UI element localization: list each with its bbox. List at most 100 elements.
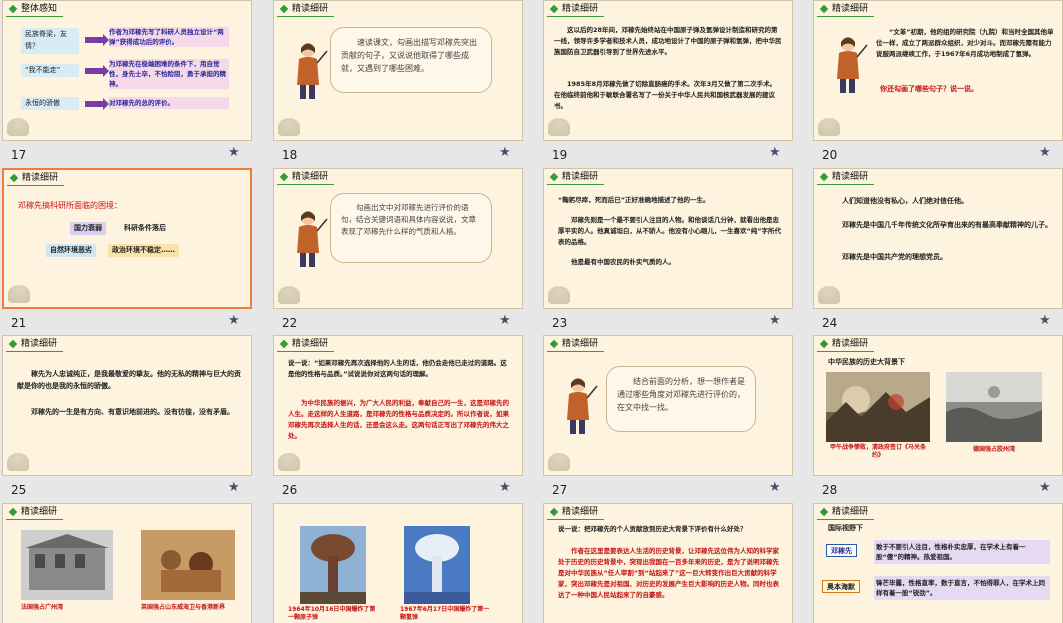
body-paragraph: 人们知道他没有私心，人们绝对信任他。: [842, 197, 968, 205]
slide-thumbnail[interactable]: 精读细研 结合前面的分析，想一想作者是通过哪些角度对邓稼先进行评价的，在文中找一…: [543, 335, 793, 476]
photo-caption: 甲午战争惨败，清政府签订《马关条约》: [829, 444, 926, 459]
slide-thumbnail[interactable]: 精读细研 勾画出文中对邓稼先进行评价的语句，结合关键词语和具体内容说说，文章表现…: [273, 168, 523, 309]
teacher-icon: [297, 211, 328, 267]
slide-header: 精读细研: [6, 338, 64, 352]
star-icon[interactable]: ★: [228, 145, 240, 160]
slide-32[interactable]: 精读细研 国际视野下 邓稼先 敢于不要引人注目，性格朴实忠厚，在学术上有着一股“…: [813, 503, 1063, 623]
slide-thumbnail[interactable]: 1964年10月16日中国爆炸了第一颗原子弹 1967年6月17日中国爆炸了第一…: [273, 503, 523, 623]
slide-thumbnail[interactable]: 精读细研 “鞠躬尽瘁，死而后已”正好准确地描述了他的一生。 邓稼先则是一个最不要…: [543, 168, 793, 309]
decoration-icon: [7, 453, 29, 471]
slide-25[interactable]: 精读细研 稼先为人忠诚纯正，是我最敬爱的挚友。他的无私的精神与巨大的贡献是你的也…: [2, 335, 252, 502]
question-text: 说一说：把邓稼先的个人贡献放到历史大背景下评价有什么好处？: [558, 525, 747, 533]
slide-20[interactable]: 精读细研 “文革”初期，他的组的研究院（九院）和当时全国其他单位一样，成立了两派…: [813, 0, 1063, 167]
slide-thumbnail[interactable]: 精读细研 速读课文，勾画出描写邓稼先突出贡献的句子，又说说他取得了哪些成就，又遇…: [273, 0, 523, 141]
historic-painting: [141, 530, 235, 600]
slide-27[interactable]: 精读细研 结合前面的分析，想一想作者是通过哪些角度对邓稼先进行评价的，在文中找一…: [543, 335, 793, 502]
slide-19[interactable]: 精读细研 这以后的28年间，邓稼先始终站在中国原子弹及氢弹设计制造和研究的第一线…: [543, 0, 793, 167]
decoration-icon: [548, 286, 570, 304]
slide-header: 精读细研: [817, 338, 875, 352]
body-paragraph: “鞠躬尽瘁，死而后已”正好准确地描述了他的一生。: [558, 196, 710, 204]
slide-22[interactable]: 精读细研 勾画出文中对邓稼先进行评价的语句，结合关键词语和具体内容说说，文章表现…: [273, 168, 523, 335]
star-icon[interactable]: ★: [769, 313, 781, 328]
slide-number: 20: [822, 148, 838, 162]
slide-header: 精读细研: [547, 3, 605, 17]
slide-26[interactable]: 精读细研 说一说：“如果邓稼先再次选择他的人生的话，他仍会走他已走过的道路。这是…: [273, 335, 523, 502]
star-icon[interactable]: ★: [1039, 145, 1051, 160]
slide-number: 24: [822, 316, 838, 330]
arrow-icon: [85, 34, 109, 46]
body-paragraph: 这以后的28年间，邓稼先始终站在中国原子弹及氢弹设计制造和研究的第一线，领导许多…: [554, 26, 782, 56]
slide-header: 精读细研: [547, 338, 605, 352]
slide-number: 25: [11, 483, 27, 497]
slide-number: 17: [11, 148, 27, 162]
slide-29[interactable]: 精读细研 法国强占广州湾 英国强占山东威海卫与香港新界: [2, 503, 252, 623]
slide-header: 精读细研: [547, 506, 605, 520]
slide-thumbnail[interactable]: 精读细研 中华民族的历史大背景下 甲午战争惨败，清政府签订《马关条约》 德国强占…: [813, 335, 1063, 476]
slide-header: 精读细研: [817, 171, 875, 185]
speech-bubble: 速读课文，勾画出描写邓稼先突出贡献的句子，又说说他取得了哪些成就，又遇到了哪些困…: [330, 27, 492, 93]
slide-number: 28: [822, 483, 838, 497]
teacher-icon: [567, 378, 598, 434]
slide-header: 精读细研: [277, 171, 335, 185]
difficulty-tag: 自然环境恶劣: [46, 244, 96, 257]
question-text: 你还勾画了哪些句子？说一说。: [880, 85, 978, 93]
difficulty-tag: 国力衰弱: [70, 222, 106, 235]
slide-header: 整体感知: [6, 3, 64, 17]
star-icon[interactable]: ★: [499, 145, 511, 160]
slide-thumbnail[interactable]: 精读细研 稼先为人忠诚纯正，是我最敬爱的挚友。他的无私的精神与巨大的贡献是你的也…: [2, 335, 252, 476]
arrow-icon: [85, 65, 109, 77]
person-description: 敢于不要引人注目，性格朴实忠厚，在学术上有着一股“傻”的精神。热爱祖国。: [874, 540, 1050, 564]
slide-thumbnail[interactable]: 精读细研 说一说：把邓稼先的个人贡献放到历史大背景下评价有什么好处？ 作者在这里…: [543, 503, 793, 623]
decoration-icon: [278, 286, 300, 304]
slide-thumbnail-selected[interactable]: 精读细研 邓稼先搞科研所面临的困境： 国力衰弱 科研条件落后 自然环境恶劣 政治…: [2, 168, 252, 309]
decoration-icon: [818, 118, 840, 136]
slide-28[interactable]: 精读细研 中华民族的历史大背景下 甲午战争惨败，清政府签订《马关条约》 德国强占…: [813, 335, 1063, 502]
historic-photo: [21, 530, 113, 600]
star-icon[interactable]: ★: [499, 313, 511, 328]
difficulty-tag: 科研条件落后: [124, 224, 166, 232]
slide-31[interactable]: 精读细研 说一说：把邓稼先的个人贡献放到历史大背景下评价有什么好处？ 作者在这里…: [543, 503, 793, 623]
slide-thumbnail[interactable]: 精读细研 国际视野下 邓稼先 敢于不要引人注目，性格朴实忠厚，在学术上有着一股“…: [813, 503, 1063, 623]
decoration-icon: [548, 453, 570, 471]
star-icon[interactable]: ★: [228, 313, 240, 328]
star-icon[interactable]: ★: [769, 145, 781, 160]
slide-thumbnail[interactable]: 精读细研 这以后的28年间，邓稼先始终站在中国原子弹及氢弹设计制造和研究的第一线…: [543, 0, 793, 141]
slide-23[interactable]: 精读细研 “鞠躬尽瘁，死而后已”正好准确地描述了他的一生。 邓稼先则是一个最不要…: [543, 168, 793, 335]
concept-label: 民族脊梁，友情？: [21, 28, 79, 54]
slide-21[interactable]: 精读细研 邓稼先搞科研所面临的困境： 国力衰弱 科研条件落后 自然环境恶劣 政治…: [2, 168, 252, 335]
slide-thumbnail[interactable]: 精读细研 人们知道他没有私心，人们绝对信任他。 邓稼先是中国几千年传统文化所孕育…: [813, 168, 1063, 309]
slide-30[interactable]: 1964年10月16日中国爆炸了第一颗原子弹 1967年6月17日中国爆炸了第一…: [273, 503, 523, 623]
star-icon[interactable]: ★: [1039, 480, 1051, 495]
body-paragraph: 邓稼先是中国几千年传统文化所孕育出来的有最高奉献精神的儿子。: [842, 221, 1052, 229]
slide-thumbnail[interactable]: 精读细研 “文革”初期，他的组的研究院（九院）和当时全国其他单位一样，成立了两派…: [813, 0, 1063, 141]
star-icon[interactable]: ★: [769, 480, 781, 495]
slide-header: 精读细研: [817, 506, 875, 520]
concept-label: 永恒的骄傲: [21, 97, 79, 110]
slide-thumbnail[interactable]: 精读细研 法国强占广州湾 英国强占山东威海卫与香港新界: [2, 503, 252, 623]
slide-header: 精读细研: [547, 171, 605, 185]
photo-caption: 1964年10月16日中国爆炸了第一颗原子弹: [288, 606, 376, 621]
decoration-icon: [278, 453, 300, 471]
person-label: 奥本海默: [822, 580, 860, 593]
decoration-icon: [548, 118, 570, 136]
star-icon[interactable]: ★: [1039, 313, 1051, 328]
slide-number: 21: [11, 316, 27, 330]
slide-header: 精读细研: [277, 338, 335, 352]
slide-header: 精读细研: [817, 3, 875, 17]
slide-18[interactable]: 精读细研 速读课文，勾画出描写邓稼先突出贡献的句子，又说说他取得了哪些成就，又遇…: [273, 0, 523, 167]
slide-24[interactable]: 精读细研 人们知道他没有私心，人们绝对信任他。 邓稼先是中国几千年传统文化所孕育…: [813, 168, 1063, 335]
slide-thumbnail[interactable]: 整体感知 民族脊梁，友情？ 作者为邓稼先写了科研人员独立设计“两弹”获得成功后的…: [2, 0, 252, 141]
slide-thumbnail[interactable]: 精读细研 说一说：“如果邓稼先再次选择他的人生的话，他仍会走他已走过的道路。这是…: [273, 335, 523, 476]
body-paragraph: 他是最有中国农民的朴实气质的人。: [571, 258, 675, 266]
photo-caption: 法国强占广州湾: [21, 604, 64, 611]
battle-photo: [946, 372, 1042, 442]
battle-photo: [826, 372, 930, 442]
star-icon[interactable]: ★: [499, 480, 511, 495]
hydrogen-bomb-photo: [404, 526, 470, 604]
star-icon[interactable]: ★: [228, 480, 240, 495]
body-paragraph: 稼先为人忠诚纯正，是我最敬爱的挚友。他的无私的精神与巨大的贡献是你的也是我的永恒…: [17, 370, 241, 390]
decoration-icon: [7, 118, 29, 136]
slide-17[interactable]: 整体感知 民族脊梁，友情？ 作者为邓稼先写了科研人员独立设计“两弹”获得成功后的…: [2, 0, 252, 167]
arrow-icon: [85, 98, 109, 110]
answer-text: 为中华民族的振兴，为广大人民的利益，奉献自己的一生，这是邓稼先的人生。走这样的人…: [288, 399, 509, 440]
